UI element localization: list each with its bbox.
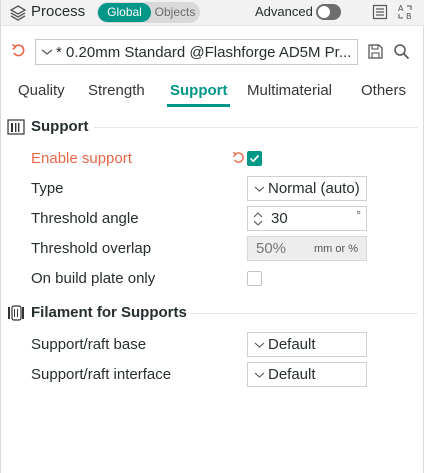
advanced-label: Advanced bbox=[255, 4, 313, 19]
threshold-overlap-label: Threshold overlap bbox=[31, 240, 152, 257]
threshold-angle-label: Threshold angle bbox=[31, 210, 139, 227]
filament-section-icon bbox=[8, 305, 24, 321]
compare-icon[interactable] bbox=[371, 3, 389, 21]
degree-unit: ° bbox=[356, 208, 361, 222]
build-plate-only-label: On build plate only bbox=[31, 270, 156, 287]
svg-text:A: A bbox=[398, 4, 404, 13]
process-panel: Process Global Objects Advanced A B * 0.… bbox=[0, 0, 424, 473]
raft-interface-value: Default bbox=[268, 366, 316, 383]
build-plate-only-checkbox[interactable] bbox=[247, 271, 262, 286]
section-divider bbox=[191, 313, 418, 314]
layers-icon bbox=[9, 5, 27, 21]
enable-support-label: Enable support bbox=[31, 150, 132, 167]
svg-text:B: B bbox=[406, 12, 412, 21]
chevron-down-icon bbox=[254, 372, 265, 378]
raft-interface-label: Support/raft interface bbox=[31, 366, 172, 383]
settings-tabs: Quality Strength Support Multimaterial O… bbox=[1, 80, 424, 108]
mode-switch[interactable]: Global Objects bbox=[97, 2, 200, 23]
threshold-angle-spinner[interactable]: 30 ° bbox=[247, 206, 367, 231]
chevron-down-icon bbox=[254, 186, 265, 192]
tab-quality[interactable]: Quality bbox=[18, 82, 65, 99]
reset-icon[interactable] bbox=[232, 151, 246, 165]
filament-section-title: Filament for Supports bbox=[31, 304, 187, 321]
type-label: Type bbox=[31, 180, 64, 197]
sort-ab-icon[interactable]: A B bbox=[397, 3, 415, 21]
save-icon[interactable] bbox=[367, 43, 384, 60]
threshold-angle-value: 30 bbox=[271, 210, 288, 227]
toggle-knob bbox=[318, 6, 330, 18]
chevron-down-icon bbox=[254, 342, 265, 348]
enable-support-checkbox[interactable] bbox=[247, 151, 262, 166]
preset-combo[interactable]: * 0.20mm Standard @Flashforge AD5M Pr... bbox=[35, 39, 358, 65]
mode-objects-button[interactable]: Objects bbox=[151, 3, 199, 22]
tab-others[interactable]: Others bbox=[361, 82, 406, 99]
threshold-overlap-unit: mm or % bbox=[314, 243, 358, 255]
type-value: Normal (auto) bbox=[268, 180, 360, 197]
threshold-overlap-field: 50% mm or % bbox=[247, 236, 367, 261]
search-icon[interactable] bbox=[393, 43, 410, 60]
process-header: Process Global Objects Advanced A B bbox=[1, 0, 424, 26]
section-divider bbox=[94, 127, 418, 128]
tab-strength[interactable]: Strength bbox=[88, 82, 145, 99]
support-section-icon bbox=[7, 119, 25, 135]
checkmark-icon bbox=[249, 154, 260, 163]
type-combo[interactable]: Normal (auto) bbox=[247, 176, 367, 201]
tab-multimaterial[interactable]: Multimaterial bbox=[247, 82, 332, 99]
preset-name: * 0.20mm Standard @Flashforge AD5M Pr... bbox=[56, 44, 352, 61]
spinner-arrows-icon[interactable] bbox=[253, 210, 263, 228]
raft-base-combo[interactable]: Default bbox=[247, 332, 367, 357]
panel-title: Process bbox=[31, 3, 86, 20]
threshold-overlap-value: 50% bbox=[256, 240, 287, 257]
mode-global-button[interactable]: Global bbox=[98, 3, 151, 22]
raft-base-label: Support/raft base bbox=[31, 336, 147, 353]
tab-support[interactable]: Support bbox=[170, 82, 228, 99]
active-tab-indicator bbox=[167, 104, 230, 107]
undo-icon[interactable] bbox=[11, 43, 27, 59]
support-section-title: Support bbox=[31, 118, 89, 135]
raft-base-value: Default bbox=[268, 336, 316, 353]
chevron-down-icon bbox=[41, 49, 53, 55]
advanced-toggle[interactable] bbox=[316, 4, 341, 20]
raft-interface-combo[interactable]: Default bbox=[247, 362, 367, 387]
